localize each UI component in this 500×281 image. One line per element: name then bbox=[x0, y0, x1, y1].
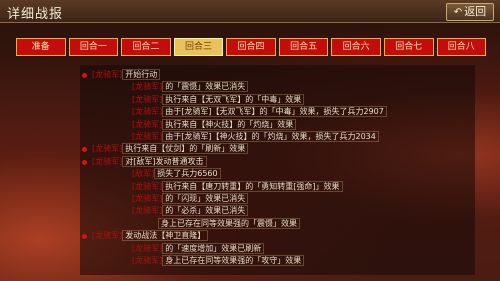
log-unit-tag: [龙骑军] bbox=[132, 206, 163, 216]
battle-log-panel: [龙骑军] 开始行动 [龙骑军] 的「震慑」效果已消失 [龙骑军] 执行来自【无双飞军】的… bbox=[80, 65, 475, 275]
log-line: [龙骑军] 执行来自【无双飞军】的「中毒」效果 bbox=[132, 93, 305, 106]
log-text: 损失了兵力6560 bbox=[154, 168, 221, 180]
log-line: [龙骑军] 的「震慑」效果已消失 bbox=[132, 81, 249, 93]
tab-round-1[interactable]: 回合一 bbox=[68, 38, 119, 56]
log-line: [龙骑军] 的「速度增加」效果已刷新 bbox=[132, 242, 265, 255]
log-unit-tag: [龙骑军] bbox=[92, 70, 123, 79]
log-line: [龙骑军] 的「闪现」效果已消失 bbox=[132, 193, 249, 205]
log-line: [龙骑军] 发动战法【神卫直隆】 bbox=[92, 230, 209, 242]
log-text: 执行来自【神火技】的「灼烧」效果 bbox=[162, 118, 297, 130]
log-text: 的「必杀」效果已消失 bbox=[162, 205, 249, 217]
tab-round-8[interactable]: 回合八 bbox=[436, 38, 487, 56]
log-text: 的「速度增加」效果已刷新 bbox=[162, 242, 265, 254]
log-unit-tag: [龙骑军] bbox=[132, 194, 163, 203]
log-text: 由于[龙骑军]【无双飞军】的「中毒」效果，损失了兵力2907 bbox=[162, 106, 387, 118]
log-unit-tag: [龙骑军] bbox=[132, 82, 163, 92]
log-line: [龙骑军] 由于[龙骑军]【神火技】的「灼烧」效果，损失了兵力2034 bbox=[132, 131, 379, 143]
log-text: 的「震慑」效果已消失 bbox=[162, 81, 249, 93]
log-text: 对[敌军]发动普通攻击 bbox=[122, 155, 207, 167]
log-text: 身上已存在同等效果强的「震慑」效果 bbox=[158, 217, 300, 229]
log-unit-tag: [龙骑军] bbox=[132, 119, 163, 129]
log-line: [龙骑军] 由于[龙骑军]【无双飞军】的「中毒」效果，损失了兵力2907 bbox=[132, 106, 387, 118]
log-unit-tag: [龙骑军] bbox=[132, 107, 163, 117]
log-text: 执行来自【仗剑】的「刷新」效果 bbox=[122, 143, 249, 155]
log-line: [龙骑军] 开始行动 bbox=[92, 69, 161, 81]
bullet-icon bbox=[82, 147, 87, 153]
tab-round-5[interactable]: 回合五 bbox=[278, 38, 329, 56]
tab-round-3[interactable]: 回合三 bbox=[173, 38, 224, 56]
log-line: [龙骑军] 的「必杀」效果已消失 bbox=[132, 205, 249, 217]
tab-round-6[interactable]: 回合六 bbox=[331, 38, 381, 56]
bullet-icon bbox=[82, 159, 87, 165]
log-unit-tag: [龙骑军] bbox=[132, 94, 163, 104]
log-text: 发动战法【神卫直隆】 bbox=[122, 230, 209, 242]
log-text: 执行来自【唐刀转重】的「勇知转重[强命]」效果 bbox=[162, 180, 343, 192]
page-title: 详细战报 bbox=[7, 7, 64, 22]
log-unit-tag: [龙骑军] bbox=[92, 144, 123, 154]
log-line: [龙骑军] 对[敌军]发动普通攻击 bbox=[92, 155, 207, 168]
log-unit-tag: [龙骑军] bbox=[132, 132, 163, 141]
log-line: [敌军] 损失了兵力6560 bbox=[132, 168, 221, 180]
log-line: [龙骑军] 执行来自【神火技】的「灼烧」效果 bbox=[132, 118, 297, 131]
log-unit-tag: [龙骑军] bbox=[132, 256, 163, 265]
back-button-label: 返回 bbox=[464, 5, 487, 18]
tab-round-4[interactable]: 回合四 bbox=[226, 38, 276, 56]
title-bar: 详细战报 ↶ 返回 bbox=[0, 0, 500, 23]
log-line: [龙骑军] 身上已存在同等效果强的「攻守」效果 bbox=[132, 255, 305, 267]
log-text: 由于[龙骑军]【神火技】的「灼烧」效果，损失了兵力2034 bbox=[162, 131, 379, 142]
back-button[interactable]: ↶ 返回 bbox=[446, 3, 494, 21]
return-arrow-icon: ↶ bbox=[453, 7, 463, 18]
log-unit-tag: [龙骑军] bbox=[132, 243, 163, 253]
log-unit-tag: [龙骑军] bbox=[92, 156, 123, 166]
log-text: 执行来自【无双飞军】的「中毒」效果 bbox=[162, 93, 305, 105]
log-line: [龙骑军] 执行来自【仗剑】的「刷新」效果 bbox=[92, 143, 249, 155]
tab-round-2[interactable]: 回合二 bbox=[121, 38, 171, 56]
log-text: 的「闪现」效果已消失 bbox=[162, 193, 249, 204]
log-unit-tag: [龙骑军] bbox=[92, 231, 123, 241]
round-tabs: 准备 回合一 回合二 回合三 回合四 回合五 回合六 回合七 回合八 bbox=[16, 38, 487, 56]
tab-round-7[interactable]: 回合七 bbox=[383, 38, 434, 56]
log-text: 身上已存在同等效果强的「攻守」效果 bbox=[162, 255, 305, 266]
tab-round-0[interactable]: 准备 bbox=[16, 38, 66, 56]
log-unit-tag: [敌军] bbox=[132, 169, 155, 179]
bullet-icon bbox=[82, 234, 87, 240]
log-unit-tag: [龙骑军] bbox=[132, 181, 163, 191]
log-line: [龙骑军] 执行来自【唐刀转重】的「勇知转重[强命]」效果 bbox=[132, 180, 343, 193]
log-text: 开始行动 bbox=[122, 69, 161, 80]
log-line: 身上已存在同等效果强的「震慑」效果 bbox=[158, 217, 300, 230]
bullet-icon bbox=[82, 73, 87, 78]
